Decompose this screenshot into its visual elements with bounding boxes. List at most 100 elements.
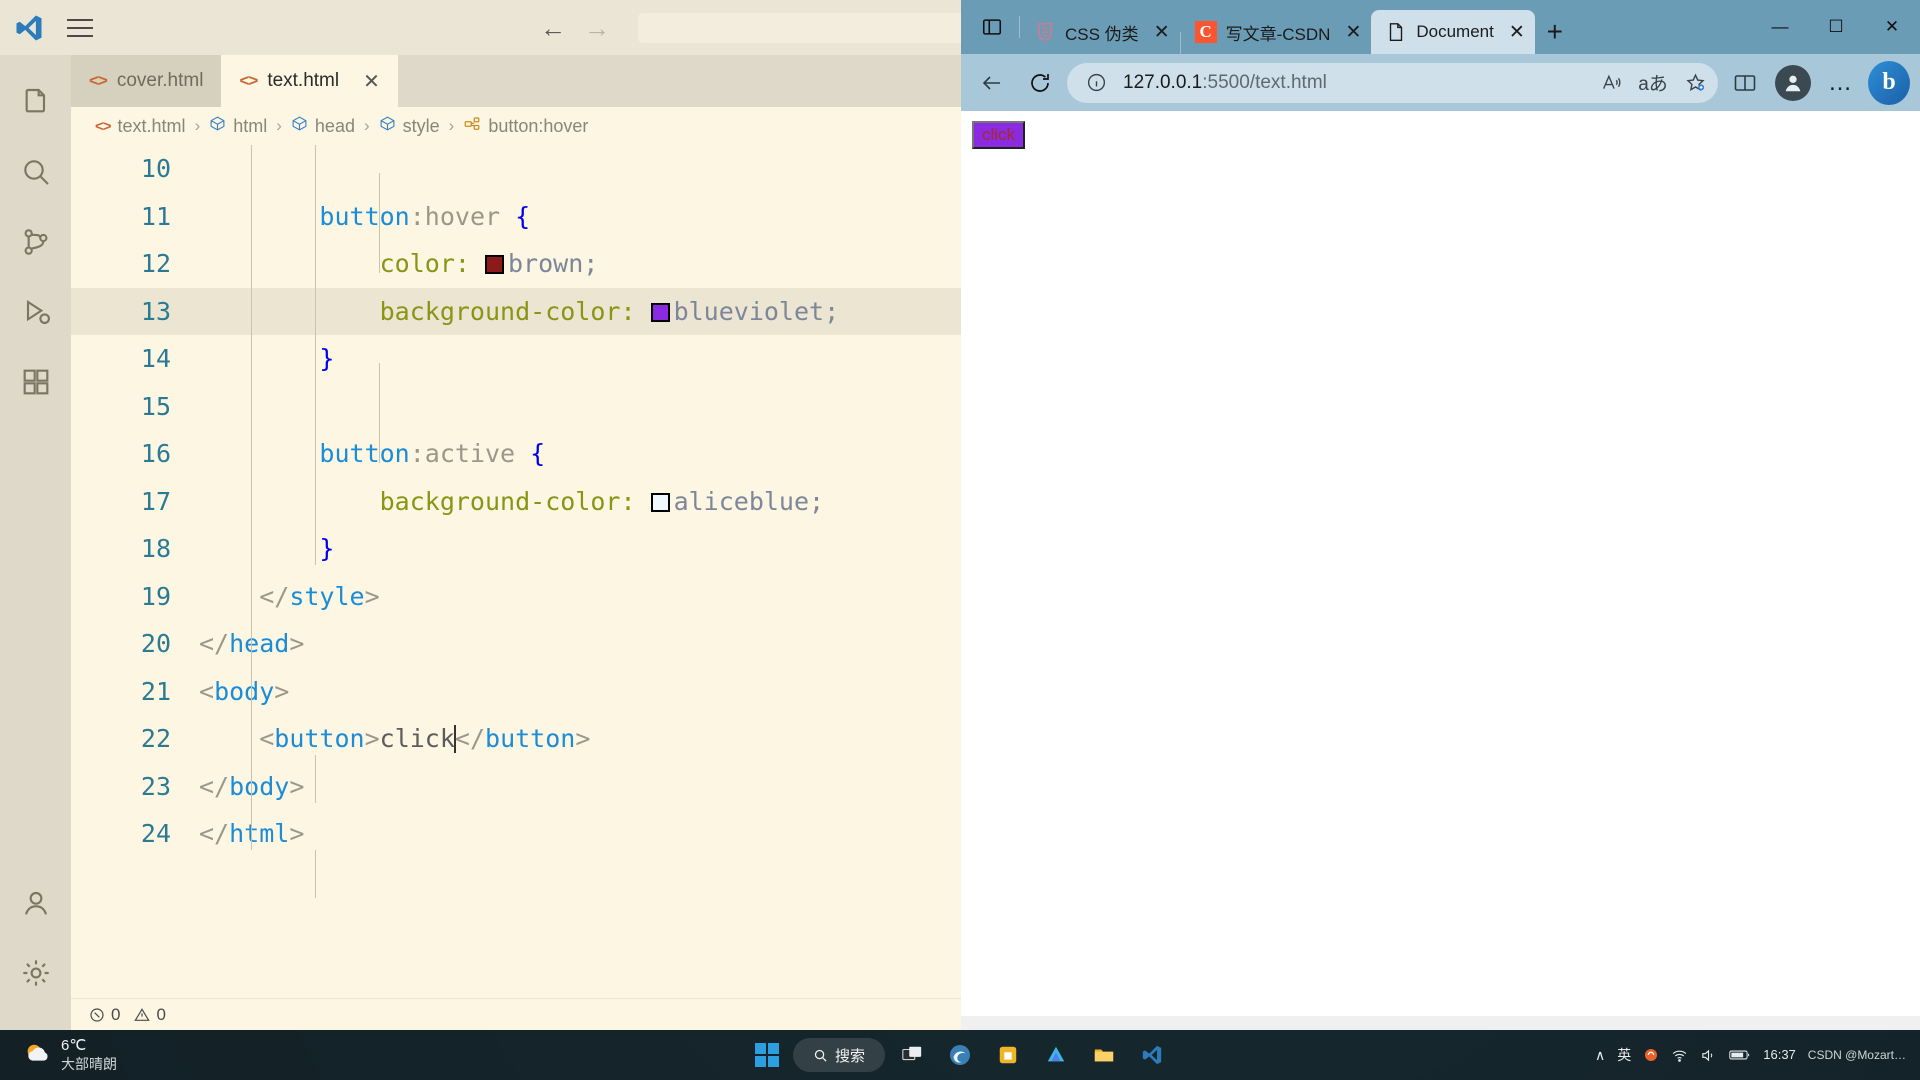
- close-icon[interactable]: ✕: [1345, 21, 1361, 44]
- code-line[interactable]: 15: [71, 383, 961, 431]
- maximize-button[interactable]: ☐: [1808, 0, 1864, 54]
- breadcrumb-item-style[interactable]: style: [379, 115, 440, 137]
- taskbar-search[interactable]: 搜索: [792, 1038, 886, 1072]
- page-click-button[interactable]: click: [972, 121, 1026, 149]
- code-token: {: [530, 439, 546, 469]
- code-line[interactable]: 17 background-color: aliceblue;: [71, 478, 961, 526]
- explorer-files-icon[interactable]: [0, 67, 71, 137]
- line-number: 22: [140, 724, 171, 754]
- account-icon[interactable]: [0, 868, 71, 938]
- code-line[interactable]: 19 </style>: [71, 573, 961, 621]
- tab-actions-icon[interactable]: [973, 8, 1011, 46]
- editor-tab-text-html[interactable]: <> text.html ✕: [221, 55, 398, 107]
- read-aloud-icon[interactable]: [1596, 68, 1626, 98]
- html-file-icon: <>: [239, 71, 258, 90]
- search-icon[interactable]: [0, 137, 71, 207]
- start-button[interactable]: [747, 1035, 787, 1075]
- browser-tab-css[interactable]: CSS 伪类 ✕: [1020, 10, 1180, 54]
- horizontal-scrollbar[interactable]: [961, 1016, 1920, 1030]
- code-line[interactable]: 21 <body>: [71, 668, 961, 716]
- file-explorer-icon[interactable]: [1083, 1034, 1125, 1076]
- taskbar-vscode-icon[interactable]: [1131, 1034, 1173, 1076]
- close-icon[interactable]: ✕: [1154, 21, 1170, 44]
- code-line[interactable]: 18 }: [71, 525, 961, 573]
- code-line-text: background-color: aliceblue;: [199, 487, 824, 516]
- code-editor[interactable]: 10 11 button:hover {12 color: brown; 13 ba…: [71, 145, 961, 998]
- code-line[interactable]: 14 }: [71, 335, 961, 383]
- vscode-forward-button[interactable]: →: [584, 15, 610, 41]
- status-errors[interactable]: 0: [89, 1005, 120, 1025]
- code-line[interactable]: 10: [71, 145, 961, 193]
- site-info-icon[interactable]: [1081, 68, 1111, 98]
- code-line[interactable]: 24 </html>: [71, 810, 961, 858]
- taskbar-app-icon[interactable]: [1035, 1034, 1077, 1076]
- taskbar-edge-icon[interactable]: [939, 1034, 981, 1076]
- code-token: }: [319, 344, 335, 374]
- editor-tab-cover-html[interactable]: <> cover.html: [71, 55, 222, 107]
- browser-tab-document[interactable]: Document ✕: [1371, 10, 1535, 54]
- profile-avatar[interactable]: [1772, 62, 1814, 104]
- code-token: <: [259, 724, 275, 754]
- extensions-icon[interactable]: [0, 347, 71, 417]
- code-token: >: [289, 819, 305, 849]
- url-path: :5500/text.html: [1202, 71, 1327, 93]
- breadcrumb-item-head[interactable]: head: [291, 115, 355, 137]
- code-line[interactable]: 23 </body>: [71, 763, 961, 811]
- split-screen-icon[interactable]: [1724, 62, 1766, 104]
- url-host: 127.0.0.1: [1123, 71, 1203, 93]
- task-view-icon[interactable]: [891, 1034, 933, 1076]
- code-line[interactable]: 11 button:hover {: [71, 193, 961, 241]
- back-button[interactable]: [971, 62, 1013, 104]
- vscode-logo-icon: [0, 0, 57, 55]
- close-icon[interactable]: ✕: [363, 69, 380, 94]
- breadcrumb-separator: ›: [276, 116, 282, 135]
- refresh-button[interactable]: [1019, 62, 1061, 104]
- vscode-menu-button[interactable]: [57, 0, 103, 55]
- battery-icon[interactable]: [1729, 1049, 1751, 1061]
- tray-chevron-icon[interactable]: ∧: [1595, 1047, 1605, 1064]
- screen: ← → <> cover.html <> text.html ✕ <> text…: [0, 0, 1920, 1080]
- code-line[interactable]: 20 </head>: [71, 620, 961, 668]
- editor-tab-label: cover.html: [116, 70, 204, 91]
- minimize-button[interactable]: —: [1752, 0, 1808, 54]
- copilot-button[interactable]: b: [1868, 60, 1910, 105]
- run-and-debug-icon[interactable]: [0, 277, 71, 347]
- wifi-icon[interactable]: [1671, 1047, 1688, 1064]
- indent-guide: [315, 850, 316, 898]
- indent-guide: [315, 145, 316, 565]
- css3-icon: [1034, 21, 1056, 43]
- more-options-icon[interactable]: …: [1820, 62, 1862, 104]
- breadcrumb-item-selector[interactable]: button:hover: [463, 115, 588, 138]
- translate-icon[interactable]: aあ: [1638, 68, 1668, 98]
- volume-icon[interactable]: [1700, 1047, 1717, 1064]
- code-line[interactable]: 12 color: brown;: [71, 240, 961, 288]
- address-bar[interactable]: 127.0.0.1:5500/text.html aあ: [1067, 62, 1718, 103]
- favorite-star-icon[interactable]: [1680, 68, 1710, 98]
- taskbar-clock[interactable]: 16:37: [1763, 1047, 1796, 1063]
- ime-indicator[interactable]: 英: [1617, 1045, 1631, 1065]
- code-token: background-color:: [379, 486, 636, 516]
- gear-icon[interactable]: [0, 938, 71, 1008]
- new-tab-button[interactable]: +: [1535, 10, 1575, 54]
- code-line[interactable]: 16 button:active {: [71, 430, 961, 478]
- code-token: >: [575, 724, 591, 754]
- code-line[interactable]: 22 <button>click</button>: [71, 715, 961, 763]
- breadcrumb-separator: ›: [194, 116, 201, 135]
- browser-tab-csdn[interactable]: C 写文章-CSDN ✕: [1181, 10, 1372, 54]
- breadcrumb-item-file[interactable]: <> text.html: [95, 116, 186, 137]
- code-line[interactable]: 13 background-color: blueviolet;: [71, 287, 961, 335]
- breadcrumb-item-html[interactable]: html: [209, 115, 267, 137]
- source-control-icon[interactable]: [0, 207, 71, 277]
- status-warnings[interactable]: 0: [134, 1005, 166, 1025]
- close-button[interactable]: ✕: [1864, 0, 1920, 54]
- vscode-back-button[interactable]: ←: [540, 15, 566, 41]
- close-icon[interactable]: ✕: [1509, 21, 1525, 44]
- weather-widget[interactable]: 6℃ 大部晴朗: [0, 1037, 300, 1072]
- line-number: 11: [140, 201, 171, 231]
- tray-app-icon[interactable]: [1643, 1047, 1659, 1063]
- taskbar-store-icon[interactable]: [987, 1034, 1029, 1076]
